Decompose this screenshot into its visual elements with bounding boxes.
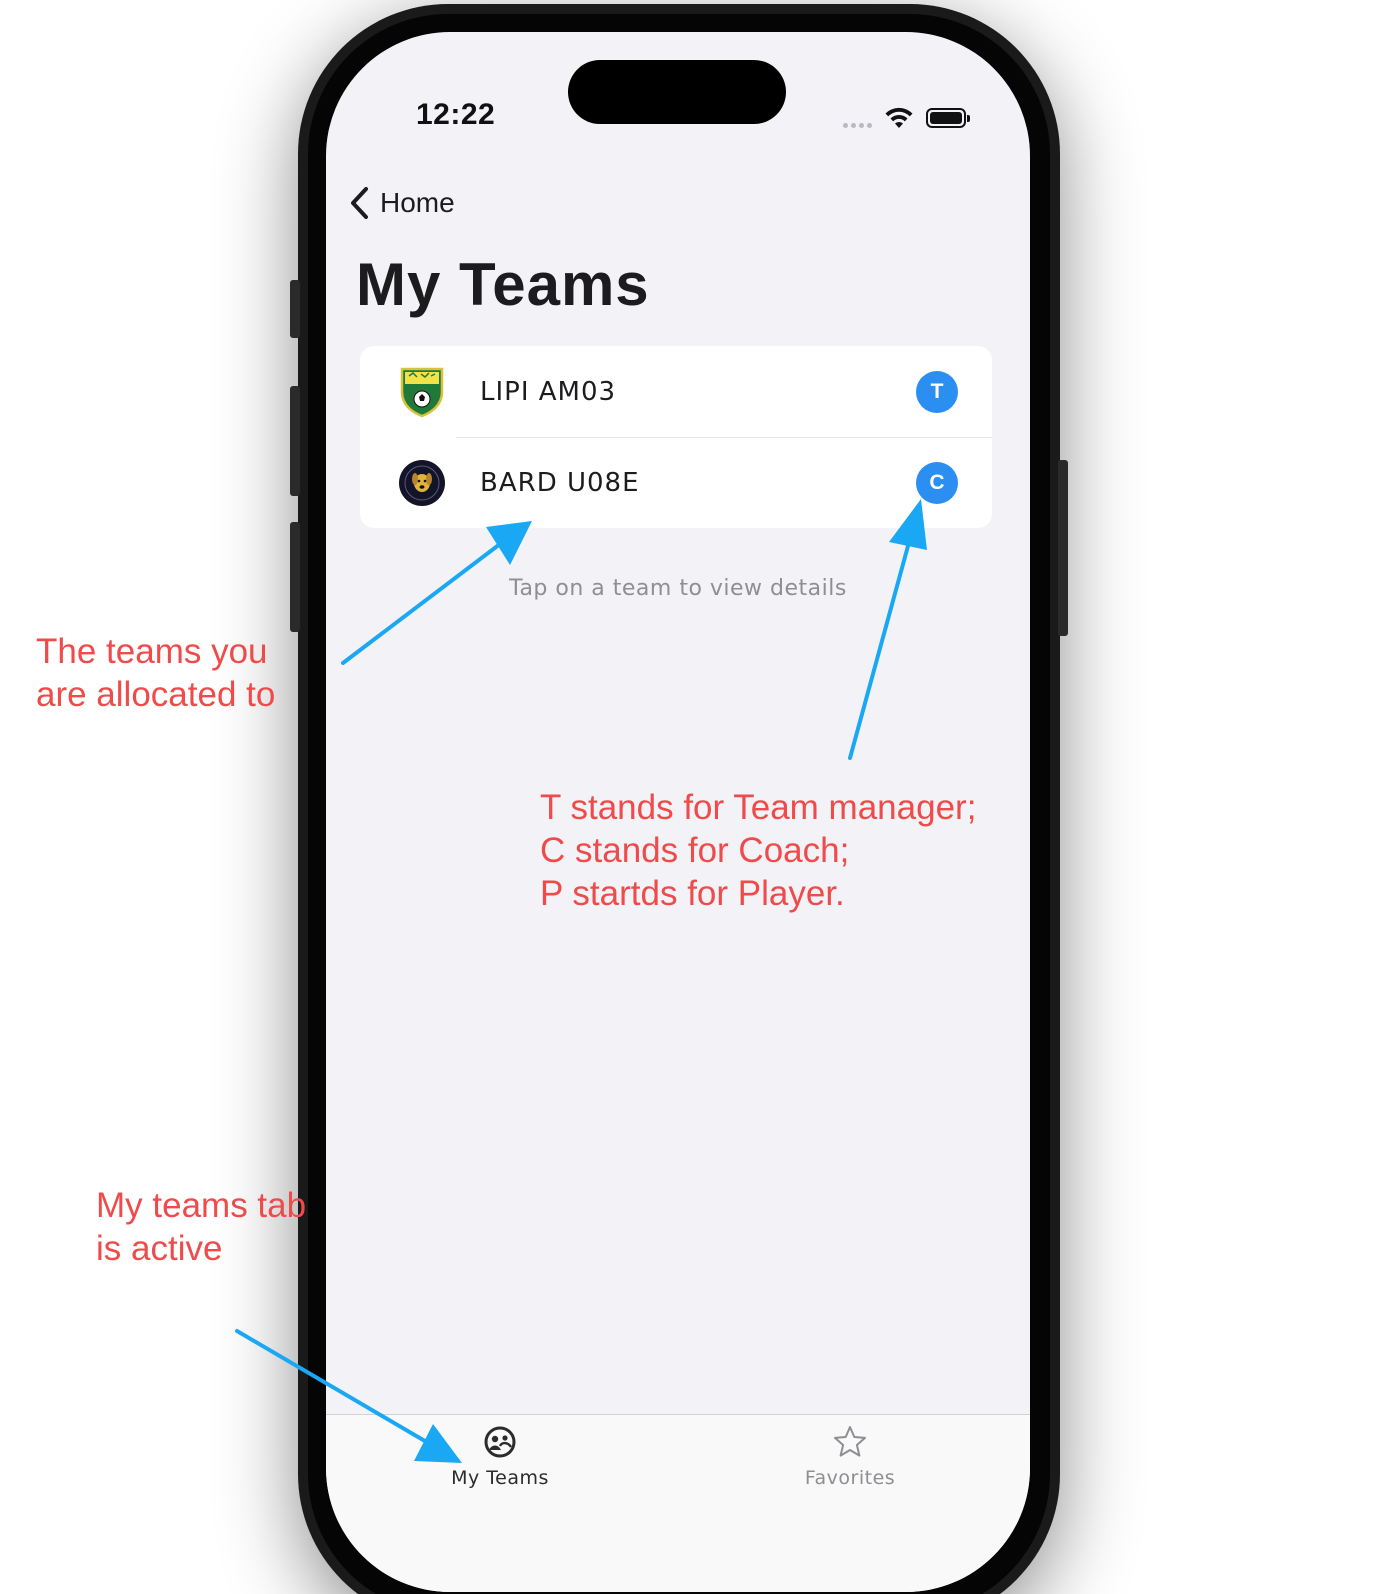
volume-down-button bbox=[290, 522, 300, 632]
page-title: My Teams bbox=[356, 251, 650, 318]
chevron-left-icon bbox=[351, 187, 368, 219]
silent-switch bbox=[290, 280, 300, 338]
hint-text: Tap on a team to view details bbox=[509, 576, 847, 601]
team-row[interactable]: LIPI AM03 T bbox=[360, 346, 992, 437]
wifi-icon bbox=[885, 107, 913, 128]
teams-note: The teams you are allocated to bbox=[36, 632, 276, 714]
team-list: LIPI AM03 T BARD U08E C bbox=[360, 346, 992, 528]
team-name: BARD U08E bbox=[480, 467, 640, 498]
back-label: Home bbox=[380, 187, 455, 218]
tab-bar: My Teams Favorites bbox=[326, 1414, 1030, 1592]
volume-up-button bbox=[290, 386, 300, 496]
back-button[interactable]: Home bbox=[348, 186, 455, 220]
status-time: 12:22 bbox=[416, 98, 496, 131]
tab-label: My Teams bbox=[451, 1467, 549, 1489]
cellular-signal-icon bbox=[843, 122, 872, 128]
battery-icon bbox=[926, 108, 970, 128]
dog-round-logo bbox=[398, 459, 446, 507]
status-icons bbox=[843, 106, 970, 130]
teams-icon bbox=[484, 1426, 516, 1458]
team-row[interactable]: BARD U08E C bbox=[360, 437, 992, 528]
tab-favorites[interactable]: Favorites bbox=[750, 1425, 950, 1489]
tab-note: My teams tab is active bbox=[96, 1186, 307, 1268]
tab-my-teams[interactable]: My Teams bbox=[400, 1425, 600, 1489]
power-button bbox=[1058, 460, 1068, 636]
annotated-screenshot: 12:22 Home My Teams LIPI AM03 T BARD U08… bbox=[0, 0, 1384, 1594]
role-badge: T bbox=[916, 370, 958, 413]
roles-note: T stands for Team manager; C stands for … bbox=[540, 788, 977, 913]
role-badge: C bbox=[916, 461, 958, 504]
tab-label: Favorites bbox=[804, 1467, 896, 1489]
team-name: LIPI AM03 bbox=[480, 376, 617, 407]
shield-crest-logo bbox=[398, 367, 446, 417]
dynamic-island bbox=[568, 60, 786, 124]
star-icon bbox=[834, 1426, 866, 1457]
